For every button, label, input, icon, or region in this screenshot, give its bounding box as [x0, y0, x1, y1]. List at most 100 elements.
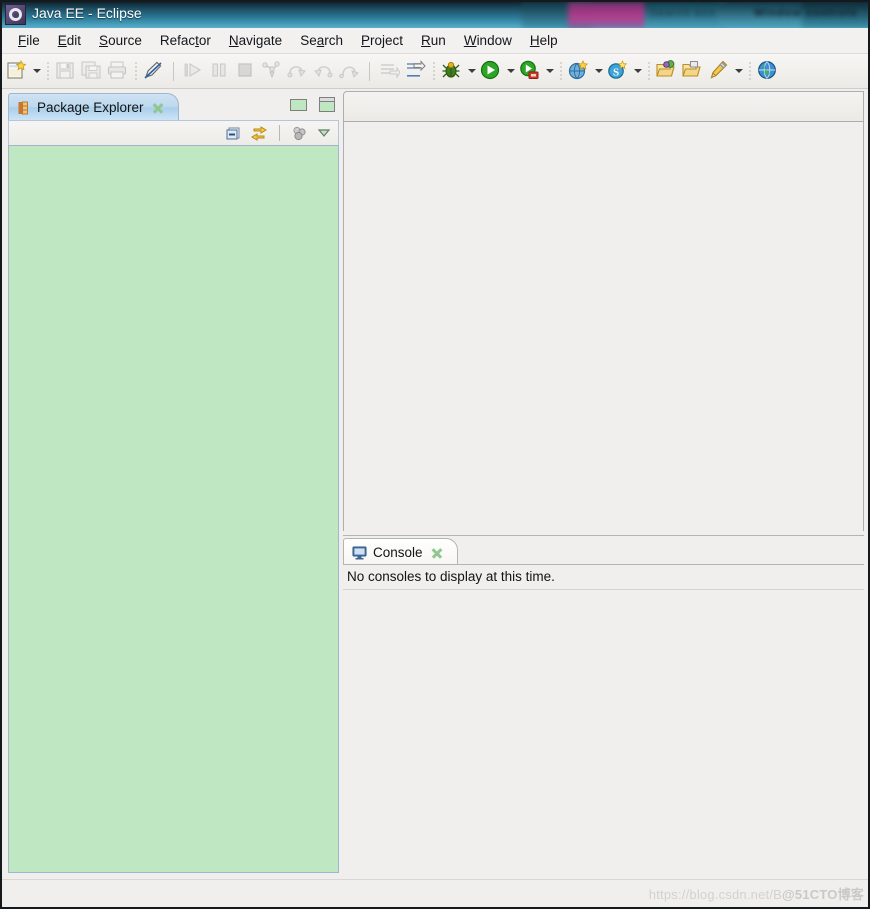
- search-button[interactable]: S: [606, 59, 630, 83]
- workbench-body: Package Explorer Console No consoles to …: [2, 89, 868, 907]
- minimize-icon[interactable]: [290, 98, 307, 111]
- new-web-project-dropdown-arrow[interactable]: [592, 59, 605, 83]
- package-explorer-icon: [17, 101, 31, 115]
- open-browser-button[interactable]: [756, 59, 780, 83]
- pencil-icon: [707, 59, 731, 81]
- title-bar: Search box Window controls Java EE - Ecl…: [2, 2, 868, 28]
- separator-5: [433, 61, 435, 81]
- console-content[interactable]: No consoles to display at this time.: [343, 564, 864, 873]
- maximize-icon[interactable]: [319, 97, 335, 112]
- run-dropdown-arrow[interactable]: [504, 59, 517, 83]
- search-dropdown-arrow[interactable]: [631, 59, 644, 83]
- resume-icon: [182, 59, 206, 81]
- separator-7: [648, 61, 650, 81]
- terminate-icon: [234, 59, 258, 81]
- run-on-server-icon: [518, 59, 542, 81]
- open-task-button[interactable]: [681, 59, 705, 83]
- close-icon[interactable]: [152, 102, 164, 114]
- mnemonic: F: [18, 33, 27, 48]
- step-over-icon: [286, 59, 310, 81]
- package-explorer-tree[interactable]: [8, 145, 339, 873]
- separator-4: [369, 61, 371, 81]
- drop-to-frame-button[interactable]: [338, 59, 362, 83]
- menu-bar: File Edit Source Refactor Navigate Search Proj…: [2, 28, 868, 54]
- save-icon: [54, 59, 78, 81]
- suspend-button[interactable]: [208, 59, 232, 83]
- save-all-button[interactable]: [80, 59, 104, 83]
- step-into-icon: [260, 59, 284, 81]
- mnemonic: W: [463, 33, 477, 48]
- new-wizard-dropdown-arrow[interactable]: [30, 59, 43, 83]
- package-explorer-tabstrip: Package Explorer: [8, 91, 339, 121]
- annotation-dropdown-arrow[interactable]: [732, 59, 745, 83]
- mnemonic: P: [361, 33, 371, 48]
- mnemonic: S: [99, 33, 109, 48]
- menu-source[interactable]: Source: [90, 31, 151, 50]
- chevron-down-icon[interactable]: [316, 125, 332, 141]
- menu-window[interactable]: Window: [455, 31, 521, 50]
- quick-access-button[interactable]: [142, 59, 166, 83]
- new-web-project-icon: [567, 59, 591, 81]
- titlebar-blurred-text-2: Window controls: [754, 7, 858, 19]
- mnemonic: N: [228, 33, 239, 48]
- toolbar-separator: [279, 125, 280, 141]
- separator-1: [47, 61, 49, 81]
- run-on-server-dropdown-arrow[interactable]: [543, 59, 556, 83]
- new-wizard-button[interactable]: [5, 59, 29, 83]
- collapse-all-icon[interactable]: [225, 125, 242, 142]
- open-folder-icon: [681, 59, 705, 81]
- console-view: Console No consoles to display at this t…: [343, 535, 864, 873]
- open-type-button[interactable]: [655, 59, 679, 83]
- use-step-filters-button[interactable]: [404, 59, 428, 83]
- titlebar-blurred-text-1: Search box: [650, 7, 716, 19]
- close-icon[interactable]: [431, 547, 443, 559]
- resume-button[interactable]: [182, 59, 206, 83]
- watermark: https://blog.csdn.net/B@51CTO博客: [649, 884, 864, 903]
- menu-navigate[interactable]: Navigate: [220, 31, 291, 50]
- tab-package-explorer[interactable]: Package Explorer: [8, 93, 179, 121]
- new-web-project-button[interactable]: [567, 59, 591, 83]
- globe-icon: [756, 59, 780, 81]
- skip-breakpoints-button[interactable]: [378, 59, 402, 83]
- tab-label: Package Explorer: [37, 100, 144, 115]
- separator-6: [560, 61, 562, 81]
- step-over-button[interactable]: [286, 59, 310, 83]
- console-tabstrip: Console: [343, 535, 864, 566]
- focus-task-icon[interactable]: [291, 125, 308, 142]
- run-button[interactable]: [479, 59, 503, 83]
- menu-project[interactable]: Project: [352, 31, 412, 50]
- watermark-overlay: @51CTO博客: [782, 887, 864, 902]
- link-with-editor-icon[interactable]: [250, 125, 268, 142]
- titlebar-blur-block-2: [568, 2, 646, 28]
- editor-area: [343, 91, 864, 531]
- tab-console[interactable]: Console: [343, 538, 458, 566]
- annotation-button[interactable]: [707, 59, 731, 83]
- run-on-server-button[interactable]: [518, 59, 542, 83]
- terminate-button[interactable]: [234, 59, 258, 83]
- editor-content[interactable]: [344, 122, 863, 531]
- open-folder-green-icon: [655, 59, 679, 81]
- menu-help[interactable]: Help: [521, 31, 567, 50]
- menu-file[interactable]: File: [9, 31, 49, 50]
- console-divider: [343, 589, 864, 590]
- view-controls: [290, 97, 335, 112]
- mnemonic: R: [421, 33, 431, 48]
- menu-edit[interactable]: Edit: [49, 31, 90, 50]
- debug-dropdown-arrow[interactable]: [465, 59, 478, 83]
- print-button[interactable]: [106, 59, 130, 83]
- step-return-button[interactable]: [312, 59, 336, 83]
- console-monitor-icon: [352, 546, 367, 560]
- watermark-url: https://blog.csdn.net/B: [648, 887, 783, 902]
- menu-refactor[interactable]: Refactor: [151, 31, 220, 50]
- separator-2: [135, 61, 137, 81]
- eclipse-icon: [5, 4, 26, 25]
- mnemonic: t: [195, 33, 199, 48]
- debug-button[interactable]: [440, 59, 464, 83]
- save-button[interactable]: [54, 59, 78, 83]
- menu-search[interactable]: Search: [291, 31, 352, 50]
- menu-run[interactable]: Run: [412, 31, 455, 50]
- step-filters-icon: [404, 59, 428, 81]
- window-title: Java EE - Eclipse: [32, 5, 142, 21]
- step-into-button[interactable]: [260, 59, 284, 83]
- skip-breakpoints-icon: [378, 59, 402, 81]
